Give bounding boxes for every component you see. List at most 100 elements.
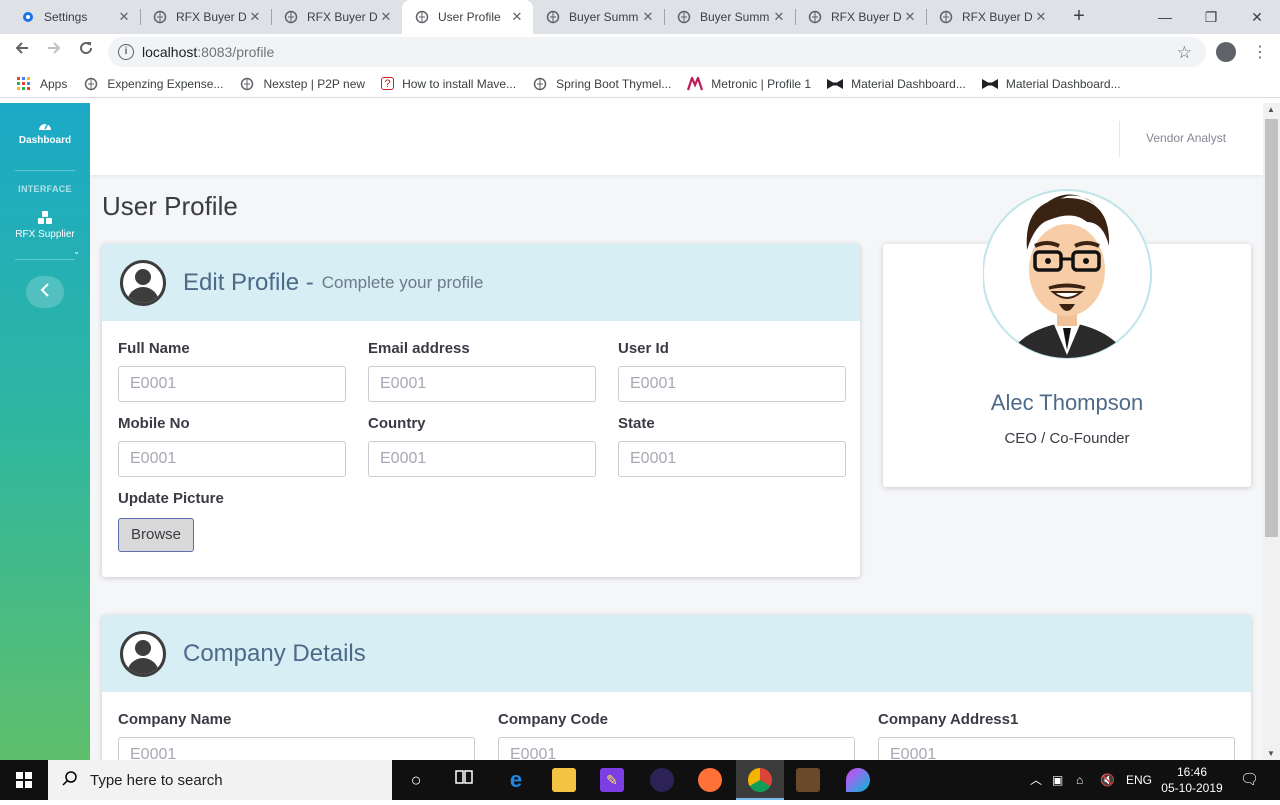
tab-rfx-buyer[interactable]: RFX Buyer D ✕ [271,0,402,34]
bookmark-metronic[interactable]: Metronic | Profile 1 [687,76,811,92]
bookmarks-bar: Apps Expenzing Expense... Nexstep | P2P … [0,70,1280,98]
user-id-input[interactable]: E0001 [618,366,846,402]
tab-close-icon[interactable]: ✕ [640,9,656,25]
taskbar-search-box[interactable]: Type here to search [48,760,392,800]
scroll-thumb[interactable] [1265,119,1278,537]
scroll-up-arrow-icon[interactable]: ▲ [1267,105,1275,114]
sidebar-toggle-button[interactable] [26,276,64,308]
language-indicator[interactable]: ENG [1126,760,1152,800]
user-role-link[interactable]: Vendor Analyst [1146,131,1226,145]
topbar-divider [1119,121,1120,157]
profile-photo-avatar [982,180,1153,370]
sidebar-heading: INTERFACE [18,184,72,194]
task-view-icon[interactable] [452,768,476,792]
page-scrollbar[interactable]: ▲ ▼ [1263,103,1280,760]
bookmark-star-icon[interactable]: ☆ [1177,43,1192,63]
globe-icon [152,9,168,25]
menu-kebab-icon[interactable]: ⋮ [1252,42,1268,62]
company-address1-label: Company Address1 [878,711,1019,728]
taskbar-clock[interactable]: 16:46 05-10-2019 [1160,764,1224,796]
paint-app-icon[interactable]: ✎ [600,768,624,792]
tab-rfx-buyer[interactable]: RFX Buyer D ✕ [140,0,271,34]
windows-start-button[interactable] [0,760,48,800]
sidebar-item-rfx-supplier[interactable]: RFX Supplier ⌄ [0,211,90,256]
tab-close-icon[interactable]: ✕ [902,9,918,25]
tab-buyer-summary[interactable]: Buyer Summ ✕ [664,0,795,34]
tab-buyer-summary[interactable]: Buyer Summ ✕ [533,0,664,34]
tab-close-icon[interactable]: ✕ [771,9,787,25]
new-tab-plus-icon[interactable]: + [1068,6,1090,28]
bookmark-maven[interactable]: ? How to install Mave... [381,77,516,91]
full-name-label: Full Name [118,340,190,357]
bookmark-nexstep[interactable]: Nexstep | P2P new [239,76,365,92]
country-input[interactable]: E0001 [368,441,596,477]
bookmark-label: Nexstep | P2P new [263,76,366,91]
sidebar-divider [15,170,75,171]
scroll-down-arrow-icon[interactable]: ▼ [1267,749,1275,758]
email-input[interactable]: E0001 [368,366,596,402]
eclipse-ide-icon[interactable] [650,768,674,792]
company-name-input[interactable]: E0001 [118,737,475,760]
firefox-icon[interactable] [698,768,722,792]
bookmark-expenzing[interactable]: Expenzing Expense... [83,76,223,92]
sidebar-item-dashboard[interactable]: Dashboard [0,119,90,146]
balloon-app-icon[interactable] [846,768,870,792]
globe-icon [545,9,561,25]
company-address1-input[interactable]: E0001 [878,737,1235,760]
bookmark-label: How to install Mave... [402,76,517,91]
tab-close-icon[interactable]: ✕ [247,9,263,25]
file-explorer-icon[interactable] [552,768,576,792]
bookmark-material-dashboard[interactable]: Material Dashboard... [981,76,1121,92]
tab-close-icon[interactable]: ✕ [1033,9,1049,25]
tab-user-profile[interactable]: User Profile ✕ [402,0,533,34]
network-icon[interactable]: ⌂ [1076,760,1083,800]
state-input[interactable]: E0001 [618,441,846,477]
company-details-card: Company Details Company Name E0001 Compa… [102,615,1251,760]
address-bar[interactable]: i localhost:8083/profile ☆ [108,37,1206,67]
bookmark-label: Spring Boot Thymel... [556,76,672,91]
edit-profile-card: Edit Profile - Complete your profile Ful… [102,244,860,577]
game-app-icon[interactable] [796,768,820,792]
mobile-input[interactable]: E0001 [118,441,346,477]
bookmark-spring-boot[interactable]: Spring Boot Thymel... [532,76,671,92]
minimize-icon[interactable]: — [1150,6,1180,28]
bowtie-icon [827,76,844,92]
tab-rfx-buyer[interactable]: RFX Buyer D ✕ [795,0,926,34]
globe-icon [283,9,299,25]
windows-logo-icon [16,772,32,788]
tab-title: User Profile [438,10,501,24]
sidebar-item-label: RFX Supplier [15,229,75,240]
browse-button[interactable]: Browse [118,518,194,552]
restore-icon[interactable]: ❐ [1196,6,1226,28]
tab-settings[interactable]: Settings ✕ [0,0,140,34]
edit-profile-header: Edit Profile - Complete your profile [102,244,860,321]
company-details-title: Company Details [183,639,366,667]
edge-browser-icon[interactable]: e [504,768,528,792]
bookmark-apps[interactable]: Apps [16,76,67,92]
tab-close-icon[interactable]: ✕ [509,9,525,25]
cortana-circle-icon[interactable]: ○ [404,768,428,792]
windows-taskbar: Type here to search ○ e ✎ ︿ ▣ ⌂ 🔇 ENG 16… [0,760,1280,800]
full-name-input[interactable]: E0001 [118,366,346,402]
back-arrow-icon[interactable] [10,40,34,64]
tab-close-icon[interactable]: ✕ [116,9,132,25]
tray-chevron-up-icon[interactable]: ︿ [1030,760,1042,800]
volume-muted-icon[interactable]: 🔇 [1100,760,1115,800]
company-code-input[interactable]: E0001 [498,737,855,760]
window-close-icon[interactable]: ✕ [1242,6,1272,28]
forward-arrow-icon[interactable] [42,40,66,64]
chrome-icon[interactable] [748,768,772,792]
bookmark-material-dashboard[interactable]: Material Dashboard... [827,76,966,92]
profile-avatar-icon[interactable] [1216,42,1236,62]
update-picture-label: Update Picture [118,490,224,507]
tab-rfx-buyer[interactable]: RFX Buyer D ✕ [926,0,1057,34]
info-icon[interactable]: i [118,44,134,60]
bookmark-label: Metronic | Profile 1 [711,76,812,91]
notification-center-icon[interactable]: 🗨 [1240,760,1259,800]
reload-icon[interactable] [74,40,98,64]
browser-tab-strip: Settings ✕ RFX Buyer D ✕ RFX Buyer D ✕ U… [0,0,1280,34]
tray-app-icon[interactable]: ▣ [1052,760,1063,800]
profile-role: CEO / Co-Founder [1004,430,1130,447]
bookmark-label: Expenzing Expense... [107,76,224,91]
tab-close-icon[interactable]: ✕ [378,9,394,25]
